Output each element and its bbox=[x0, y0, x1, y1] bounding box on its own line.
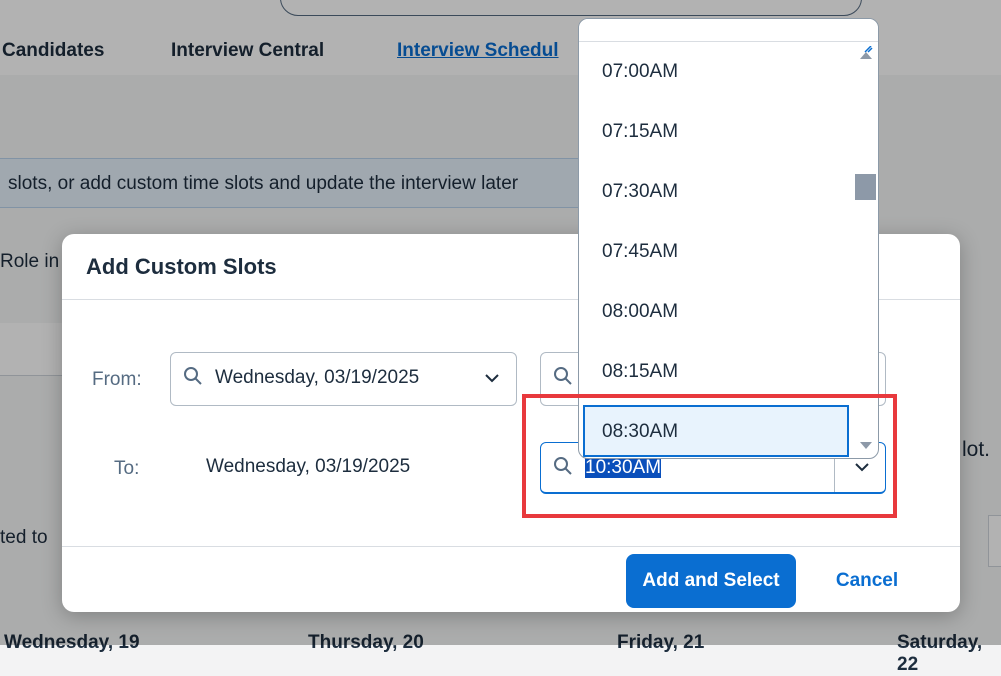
time-option[interactable]: 08:15AM bbox=[579, 342, 849, 402]
time-option[interactable]: 07:30AM bbox=[579, 162, 849, 222]
scrollbar-thumb[interactable] bbox=[855, 174, 876, 200]
from-date-field[interactable]: Wednesday, 03/19/2025 bbox=[170, 352, 517, 406]
add-and-select-button[interactable]: Add and Select bbox=[626, 554, 796, 608]
chevron-down-icon[interactable] bbox=[484, 370, 500, 386]
to-label: To: bbox=[114, 458, 140, 479]
from-label: From: bbox=[92, 369, 142, 390]
time-option[interactable]: 07:00AM bbox=[579, 42, 849, 102]
time-dropdown-list[interactable]: 07:00AM 07:15AM 07:30AM 07:45AM 08:00AM … bbox=[578, 18, 879, 459]
from-date-value: Wednesday, 03/19/2025 bbox=[215, 367, 420, 388]
time-option[interactable]: 07:45AM bbox=[579, 222, 849, 282]
to-date-value: Wednesday, 03/19/2025 bbox=[206, 456, 411, 477]
dialog-title: Add Custom Slots bbox=[86, 254, 277, 279]
dropdown-header bbox=[579, 19, 878, 42]
search-icon bbox=[184, 367, 202, 385]
time-option[interactable]: 07:15AM bbox=[579, 102, 849, 162]
highlight-box bbox=[522, 394, 897, 518]
cancel-button[interactable]: Cancel bbox=[822, 554, 912, 608]
time-option[interactable]: 08:00AM bbox=[579, 282, 849, 342]
search-icon bbox=[554, 367, 572, 385]
scroll-up-arrow-icon[interactable] bbox=[859, 46, 873, 60]
